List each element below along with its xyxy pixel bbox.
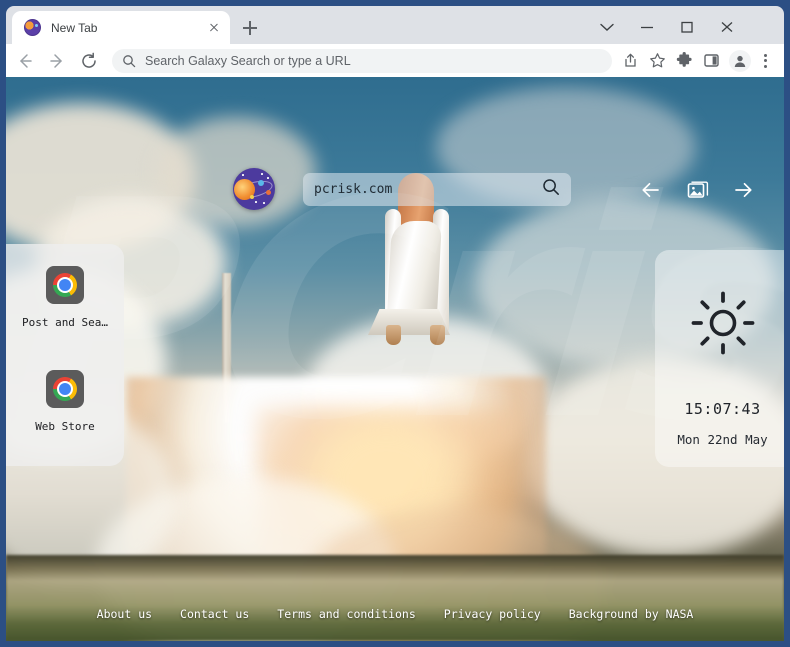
clock-date: Mon 22nd May [677, 432, 768, 447]
solar-system-logo[interactable] [233, 168, 275, 210]
window-close-icon[interactable] [710, 14, 744, 40]
shortcut-post-and-search[interactable]: Post and Sea… [6, 266, 124, 329]
profile-avatar-icon[interactable] [729, 49, 751, 72]
engine-nozzle-right [430, 325, 445, 345]
browser-toolbar: Search Galaxy Search or type a URL [6, 44, 784, 77]
wallpaper-gallery-button[interactable] [684, 176, 712, 204]
shortcut-web-store[interactable]: Web Store [6, 370, 124, 433]
search-input-value: pcrisk.com [314, 182, 393, 197]
forward-arrow-icon[interactable] [44, 48, 70, 74]
reload-icon[interactable] [76, 48, 102, 74]
chrome-icon [46, 370, 84, 408]
tab-new-tab[interactable]: New Tab [12, 11, 230, 44]
search-icon[interactable] [542, 178, 560, 201]
wallpaper-next-button[interactable] [729, 176, 757, 204]
three-dot-menu-icon[interactable] [754, 50, 776, 72]
clock-time: 15:07:43 [684, 400, 761, 418]
footer-link-about-us[interactable]: About us [97, 607, 152, 621]
wallpaper-prev-button[interactable] [637, 176, 665, 204]
footer-link-privacy[interactable]: Privacy policy [444, 607, 541, 621]
sun-icon [690, 290, 756, 356]
engine-nozzle-left [386, 325, 401, 345]
ground-horizon [6, 555, 784, 641]
new-tab-page: PCrisk pcrisk.com [6, 77, 784, 641]
chevron-down-icon[interactable] [590, 14, 624, 40]
cloud-decoration [156, 117, 316, 227]
arrow-left-icon [642, 182, 659, 198]
footer-link-terms[interactable]: Terms and conditions [277, 607, 415, 621]
search-icon [123, 54, 136, 67]
tab-strip: New Tab [6, 6, 784, 44]
address-bar-placeholder: Search Galaxy Search or type a URL [145, 53, 351, 68]
address-bar[interactable]: Search Galaxy Search or type a URL [112, 48, 612, 73]
footer-link-contact-us[interactable]: Contact us [180, 607, 249, 621]
arrow-right-icon [735, 182, 752, 198]
planet-blue [258, 180, 264, 186]
maximize-icon[interactable] [670, 14, 704, 40]
puzzle-piece-icon[interactable] [672, 48, 697, 73]
back-arrow-icon[interactable] [12, 48, 38, 74]
star-icon[interactable] [645, 48, 670, 73]
chrome-icon [46, 266, 84, 304]
shortcut-label: Post and Sea… [21, 316, 109, 329]
image-gallery-icon [687, 181, 709, 198]
planet-yellow [250, 195, 254, 199]
shortcut-label: Web Store [35, 420, 95, 433]
footer-link-background-credit[interactable]: Background by NASA [569, 607, 694, 621]
search-input[interactable]: pcrisk.com [303, 173, 571, 206]
share-icon[interactable] [618, 48, 643, 73]
tab-title: New Tab [51, 20, 98, 35]
planet-orange [266, 190, 271, 195]
footer-links: About us Contact us Terms and conditions… [6, 607, 784, 621]
close-icon[interactable] [206, 20, 222, 36]
weather-clock-widget[interactable]: 15:07:43 Mon 22nd May [655, 250, 784, 467]
side-panel-icon[interactable] [699, 48, 724, 73]
browser-window: New Tab Search Galaxy Search or type a U… [0, 0, 790, 647]
galaxy-planet-icon [24, 19, 41, 36]
minimize-icon[interactable] [630, 14, 664, 40]
shortcuts-panel: Post and Sea… Web Store [6, 244, 124, 466]
plus-icon[interactable] [239, 17, 261, 39]
